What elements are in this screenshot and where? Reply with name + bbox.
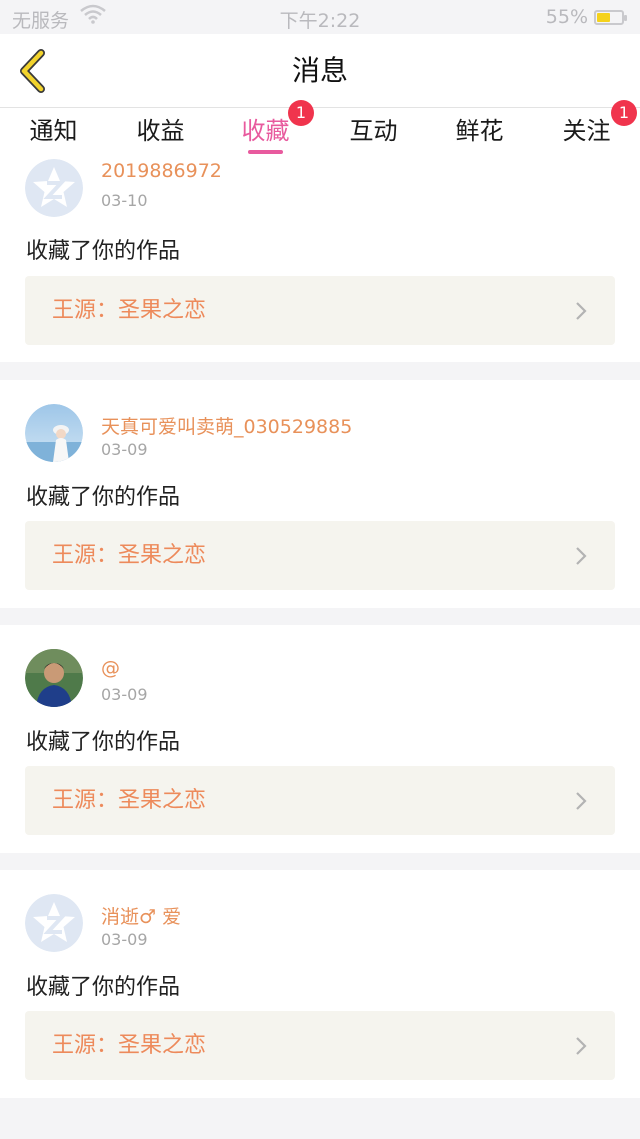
tab-flowers[interactable]: 鲜花	[426, 108, 533, 158]
back-button[interactable]	[14, 48, 54, 94]
avatar[interactable]	[25, 159, 83, 217]
qq-default-avatar-icon	[25, 894, 83, 952]
tab-badge: 1	[611, 100, 637, 126]
message-date: 03-10	[101, 191, 148, 210]
photo-avatar-girl	[25, 404, 83, 462]
avatar[interactable]	[25, 649, 83, 707]
battery-icon	[594, 10, 627, 25]
back-chevron-icon	[20, 49, 45, 93]
username[interactable]: @	[101, 657, 120, 679]
work-title: 王源：圣果之恋	[52, 298, 207, 323]
tab-bar: 通知 收益 收藏 1 互动 鲜花 关注 1	[0, 100, 640, 158]
action-text: 收藏了你的作品	[26, 239, 181, 264]
action-text: 收藏了你的作品	[26, 485, 181, 510]
chevron-right-icon	[576, 302, 587, 320]
tab-label: 互动	[349, 117, 398, 145]
active-tab-indicator	[248, 150, 283, 154]
message-date: 03-09	[101, 685, 148, 704]
tab-interactions[interactable]: 互动	[320, 108, 427, 158]
work-link[interactable]: 王源：圣果之恋	[25, 766, 615, 835]
tab-earnings[interactable]: 收益	[107, 108, 214, 158]
work-link[interactable]: 王源：圣果之恋	[25, 521, 615, 590]
tab-label: 收藏	[241, 117, 290, 145]
tab-following[interactable]: 关注 1	[533, 100, 640, 158]
tab-label: 关注	[562, 117, 611, 145]
username[interactable]: 2019886972	[101, 160, 222, 182]
action-text: 收藏了你的作品	[26, 730, 181, 755]
tab-label: 通知	[29, 117, 78, 145]
message-card: 天真可爱叫卖萌_030529885 03-09 收藏了你的作品 王源：圣果之恋	[0, 380, 640, 608]
chevron-right-icon	[576, 547, 587, 565]
tab-notifications[interactable]: 通知	[0, 108, 107, 158]
work-title: 王源：圣果之恋	[52, 543, 207, 568]
message-date: 03-09	[101, 440, 148, 459]
tab-badge: 1	[288, 100, 314, 126]
work-title: 王源：圣果之恋	[52, 1033, 207, 1058]
qq-default-avatar-icon	[25, 159, 83, 217]
tab-label: 收益	[136, 117, 185, 145]
message-card: 消逝♂ 爱 03-09 收藏了你的作品 王源：圣果之恋	[0, 870, 640, 1098]
action-text: 收藏了你的作品	[26, 975, 181, 1000]
tab-label: 鲜花	[455, 117, 504, 145]
work-link[interactable]: 王源：圣果之恋	[25, 276, 615, 345]
message-date: 03-09	[101, 930, 148, 949]
battery-fill	[597, 13, 610, 22]
page-title: 消息	[291, 54, 348, 87]
status-bar: 无服务 下午2:22 55%	[0, 0, 640, 34]
tab-favorites[interactable]: 收藏 1	[212, 100, 319, 158]
clock: 下午2:22	[279, 10, 361, 32]
message-list[interactable]: 2019886972 03-10 收藏了你的作品 王源：圣果之恋 天真可爱叫卖萌…	[0, 158, 640, 1139]
photo-avatar-man	[25, 649, 83, 707]
message-card: @ 03-09 收藏了你的作品 王源：圣果之恋	[0, 625, 640, 853]
avatar[interactable]	[25, 894, 83, 952]
avatar[interactable]	[25, 404, 83, 462]
work-title: 王源：圣果之恋	[52, 788, 207, 813]
chevron-right-icon	[576, 1037, 587, 1055]
username[interactable]: 天真可爱叫卖萌_030529885	[101, 412, 352, 439]
username[interactable]: 消逝♂ 爱	[101, 902, 181, 929]
chevron-right-icon	[576, 792, 587, 810]
message-card: 2019886972 03-10 收藏了你的作品 王源：圣果之恋	[0, 158, 640, 362]
battery-percent: 55%	[545, 6, 588, 28]
nav-header: 消息	[0, 34, 640, 108]
work-link[interactable]: 王源：圣果之恋	[25, 1011, 615, 1080]
